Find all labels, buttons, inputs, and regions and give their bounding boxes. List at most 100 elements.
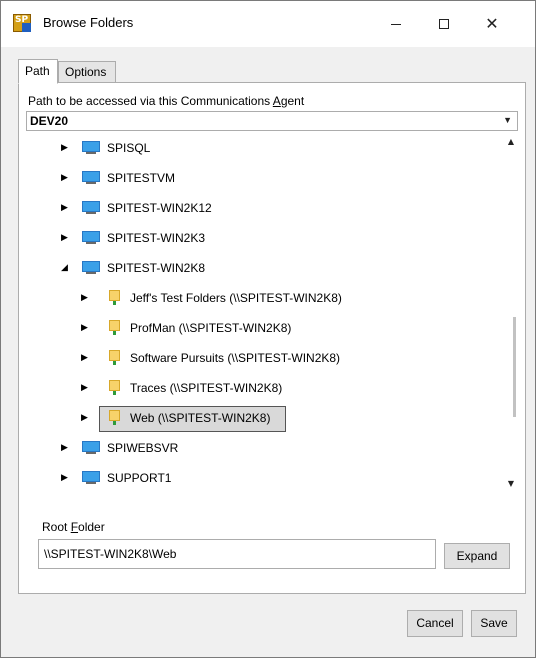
expand-arrow-icon[interactable]: ▶ (61, 233, 71, 243)
root-folder-label: Root Folder (42, 520, 105, 534)
tree-node-label: SPITESTVM (107, 171, 176, 185)
expand-button[interactable]: Expand (444, 543, 510, 569)
save-button[interactable]: Save (471, 610, 517, 637)
tree-node-label: SPIWEBSVR (107, 441, 179, 455)
root-folder-value: \\SPITEST-WIN2K8\Web (44, 547, 177, 561)
computer-base (86, 482, 96, 484)
maximize-button[interactable] (421, 1, 467, 47)
root-folder-label-accel: F (70, 520, 79, 534)
tree-node-computer[interactable]: ▶ SPISQL (26, 134, 496, 164)
tree-node-label: ProfMan (\\SPITEST-WIN2K8) (130, 321, 292, 335)
scroll-down-icon[interactable]: ▼ (508, 479, 514, 488)
computer-screen (82, 261, 100, 272)
share-connector (113, 361, 116, 365)
shared-folder-icon (109, 350, 120, 365)
tree-node-share[interactable]: ▶ Traces (\\SPITEST-WIN2K8) (26, 374, 496, 404)
computer-base (86, 272, 96, 274)
computer-base (86, 242, 96, 244)
shared-folder-icon (109, 410, 120, 425)
computer-icon (82, 201, 100, 214)
expand-arrow-icon[interactable]: ▶ (81, 293, 91, 303)
folder-body (109, 380, 120, 391)
tree-node-computer[interactable]: ◢ SPITEST-WIN2K8 (26, 254, 496, 284)
tree-node-label: Software Pursuits (\\SPITEST-WIN2K8) (130, 351, 341, 365)
expand-arrow-icon[interactable]: ▶ (61, 143, 71, 153)
app-icon-text: SP (15, 15, 29, 25)
cancel-button[interactable]: Cancel (407, 610, 463, 637)
tree-node-label: SPITEST-WIN2K12 (107, 201, 212, 215)
tree-node-label: SPISQL (107, 141, 151, 155)
expand-arrow-icon[interactable]: ▶ (61, 443, 71, 453)
tree-node-computer[interactable]: ▶ SPITEST-WIN2K12 (26, 194, 496, 224)
computer-base (86, 452, 96, 454)
scrollbar-thumb[interactable] (513, 317, 516, 417)
tree-node-label: SPITEST-WIN2K3 (107, 231, 206, 245)
app-icon: SP (13, 14, 31, 32)
tree-node-share[interactable]: ▶ Web (\\SPITEST-WIN2K8) (26, 404, 496, 434)
share-connector (113, 301, 116, 305)
agent-path-label-rest: gent (280, 94, 305, 108)
tree-node-label: Jeff's Test Folders (\\SPITEST-WIN2K8) (130, 291, 342, 305)
tree-node-label: SPITEST-WIN2K8 (107, 261, 206, 275)
root-folder-label-text: Root (42, 520, 71, 534)
share-connector (113, 331, 116, 335)
computer-screen (82, 171, 100, 182)
tree-node-share[interactable]: ▶ ProfMan (\\SPITEST-WIN2K8) (26, 314, 496, 344)
root-folder-label-rest: older (78, 520, 105, 534)
computer-icon (82, 261, 100, 274)
tree-node-label: SUPPORT1 (107, 471, 172, 485)
agent-path-label: Path to be accessed via this Communicati… (28, 94, 304, 108)
folder-tree[interactable]: ▲ ▼ ▶ SPISQL ▶ SPITESTVM ▶ SPITEST-WIN2K12 ▶ SP… (26, 134, 518, 494)
expand-arrow-icon[interactable]: ▶ (61, 203, 71, 213)
agent-select-value: DEV20 (30, 114, 69, 128)
computer-screen (82, 471, 100, 482)
folder-body (109, 320, 120, 331)
maximize-icon (439, 19, 449, 29)
computer-icon (82, 171, 100, 184)
expand-arrow-icon[interactable]: ▶ (61, 473, 71, 483)
minimize-icon (391, 23, 401, 25)
tree-node-computer[interactable]: ▶ SPIWEBSVR (26, 434, 496, 464)
computer-screen (82, 141, 100, 152)
expand-arrow-icon[interactable]: ▶ (81, 413, 91, 423)
expand-arrow-icon[interactable]: ▶ (81, 353, 91, 363)
agent-select[interactable]: DEV20 ▼ (26, 111, 518, 131)
shared-folder-icon (109, 380, 120, 395)
scroll-up-icon[interactable]: ▲ (508, 137, 514, 146)
share-connector (113, 421, 116, 425)
tree-node-computer[interactable]: ▶ SPITEST-WIN2K3 (26, 224, 496, 254)
collapse-arrow-icon[interactable]: ◢ (61, 263, 71, 273)
agent-path-label-text: Path to be accessed via this Communicati… (28, 94, 273, 108)
folder-body (109, 350, 120, 361)
computer-screen (82, 441, 100, 452)
computer-base (86, 212, 96, 214)
tree-node-label: Web (\\SPITEST-WIN2K8) (130, 411, 271, 425)
tree-node-share[interactable]: ▶ Software Pursuits (\\SPITEST-WIN2K8) (26, 344, 496, 374)
path-tab-panel: Path to be accessed via this Communicati… (18, 82, 526, 594)
computer-base (86, 182, 96, 184)
chevron-down-icon: ▼ (503, 115, 512, 125)
browse-folders-dialog: SP Browse Folders ✕ Path Options Path to… (0, 0, 536, 658)
root-folder-input[interactable]: \\SPITEST-WIN2K8\Web (38, 539, 436, 569)
title-bar: SP Browse Folders ✕ (1, 1, 535, 47)
tree-node-computer[interactable]: ▶ SPITESTVM (26, 164, 496, 194)
expand-arrow-icon[interactable]: ▶ (81, 323, 91, 333)
expand-arrow-icon[interactable]: ▶ (81, 383, 91, 393)
window-title: Browse Folders (43, 15, 134, 30)
computer-icon (82, 441, 100, 454)
shared-folder-icon (109, 320, 120, 335)
computer-screen (82, 201, 100, 212)
close-button[interactable]: ✕ (469, 1, 515, 47)
minimize-button[interactable] (373, 1, 419, 47)
agent-path-label-accel: A (272, 94, 281, 108)
share-connector (113, 391, 116, 395)
tree-node-label: Traces (\\SPITEST-WIN2K8) (130, 381, 283, 395)
expand-arrow-icon[interactable]: ▶ (61, 173, 71, 183)
tab-path[interactable]: Path (18, 59, 58, 84)
shared-folder-icon (109, 290, 120, 305)
tab-options[interactable]: Options (58, 61, 116, 83)
computer-base (86, 152, 96, 154)
tree-node-share[interactable]: ▶ Jeff's Test Folders (\\SPITEST-WIN2K8) (26, 284, 496, 314)
folder-body (109, 410, 120, 421)
tree-node-computer[interactable]: ▶ SUPPORT1 (26, 464, 496, 494)
